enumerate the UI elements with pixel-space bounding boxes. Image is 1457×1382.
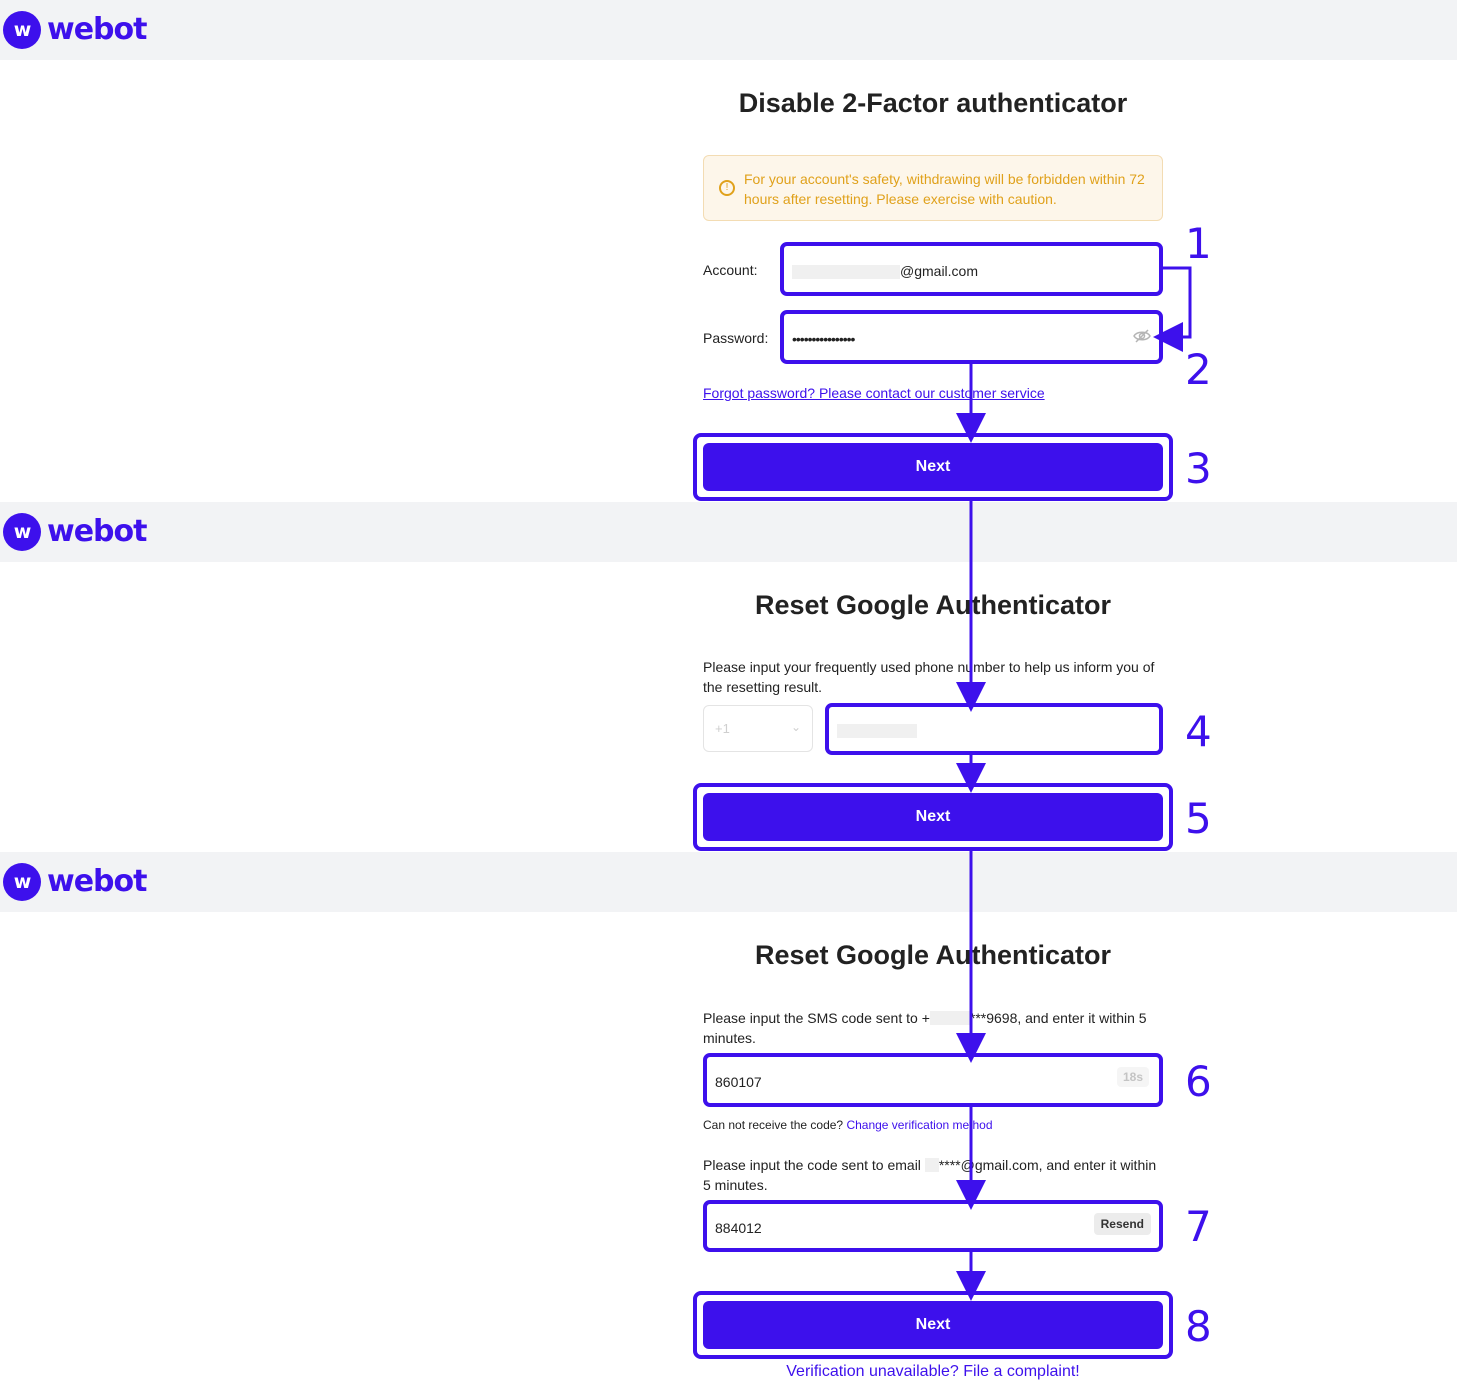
password-value: ••••••••••••••••	[792, 331, 855, 347]
step-number-2: 2	[1185, 345, 1212, 394]
logo-mark-icon: w	[3, 513, 41, 551]
webot-logo[interactable]: w webot	[3, 11, 147, 49]
email-code-field[interactable]: 884012 Resend	[703, 1200, 1163, 1252]
account-field[interactable]: @gmail.com	[780, 242, 1163, 296]
next-button-frame: Next	[693, 783, 1173, 851]
masked-phone-number	[837, 724, 917, 738]
webot-logo[interactable]: w webot	[3, 513, 147, 551]
sms-code-value: 860107	[715, 1074, 762, 1090]
step-number-8: 8	[1185, 1302, 1212, 1351]
notice-text: For your account's safety, withdrawing w…	[744, 171, 1145, 207]
next-button-frame: Next	[693, 1291, 1173, 1359]
chevron-down-icon: ⌄	[791, 720, 802, 734]
eye-slash-icon[interactable]	[1133, 328, 1151, 344]
step-number-1: 1	[1185, 219, 1212, 268]
next-button[interactable]: Next	[703, 793, 1163, 841]
next-button[interactable]: Next	[703, 1301, 1163, 1349]
masked-account-prefix	[792, 265, 900, 279]
flow-arrow-1-2	[1153, 266, 1192, 352]
step-number-7: 7	[1185, 1202, 1212, 1251]
email-instruction: Please input the code sent to email ****…	[703, 1155, 1163, 1195]
logo-text: webot	[47, 514, 147, 549]
email-instruction-prefix: Please input the code sent to email	[703, 1157, 921, 1173]
helper-text: Can not receive the code?	[703, 1118, 844, 1132]
header: w webot	[0, 502, 1457, 562]
country-code-select[interactable]: +1 ⌄	[703, 705, 813, 752]
country-code-value: +1	[715, 721, 730, 736]
sms-code-field[interactable]: 860107 18s	[703, 1053, 1163, 1107]
masked-email	[924, 1158, 939, 1172]
sms-instruction: Please input the SMS code sent to + ***96…	[703, 1008, 1163, 1048]
email-code-value: 884012	[715, 1220, 762, 1236]
password-field[interactable]: ••••••••••••••••	[780, 310, 1163, 364]
step-number-5: 5	[1185, 794, 1212, 843]
account-value: @gmail.com	[900, 263, 979, 279]
lightbulb-icon: !	[719, 180, 735, 196]
step-number-6: 6	[1185, 1057, 1212, 1106]
resend-button[interactable]: Resend	[1093, 1213, 1151, 1235]
page-title: Reset Google Authenticator	[754, 590, 1112, 620]
logo-mark-icon: w	[3, 863, 41, 901]
sms-countdown: 18s	[1116, 1067, 1149, 1087]
logo-text: webot	[47, 12, 147, 47]
phone-instruction: Please input your frequently used phone …	[703, 659, 1155, 695]
page-title: Disable 2-Factor authenticator	[738, 88, 1128, 118]
sms-instruction-prefix: Please input the SMS code sent to +	[703, 1010, 930, 1026]
next-button[interactable]: Next	[703, 443, 1163, 491]
webot-logo[interactable]: w webot	[3, 863, 147, 901]
forgot-password-link[interactable]: Forgot password? Please contact our cust…	[703, 385, 1045, 401]
next-button-frame: Next	[693, 433, 1173, 501]
phone-number-field[interactable]	[825, 703, 1163, 755]
masked-phone	[929, 1011, 970, 1025]
code-help: Can not receive the code? Change verific…	[703, 1118, 993, 1132]
logo-mark-icon: w	[3, 11, 41, 49]
step-number-4: 4	[1185, 707, 1212, 756]
password-label: Password:	[703, 330, 769, 346]
change-verification-link[interactable]: Change verification method	[846, 1118, 992, 1132]
logo-text: webot	[47, 864, 147, 899]
header: w webot	[0, 852, 1457, 912]
file-complaint-link[interactable]: Verification unavailable? File a complai…	[703, 1363, 1163, 1381]
account-label: Account:	[703, 262, 758, 278]
safety-notice: ! For your account's safety, withdrawing…	[703, 155, 1163, 221]
step-number-3: 3	[1185, 444, 1212, 493]
header: w webot	[0, 0, 1457, 60]
page-title: Reset Google Authenticator	[754, 940, 1112, 970]
